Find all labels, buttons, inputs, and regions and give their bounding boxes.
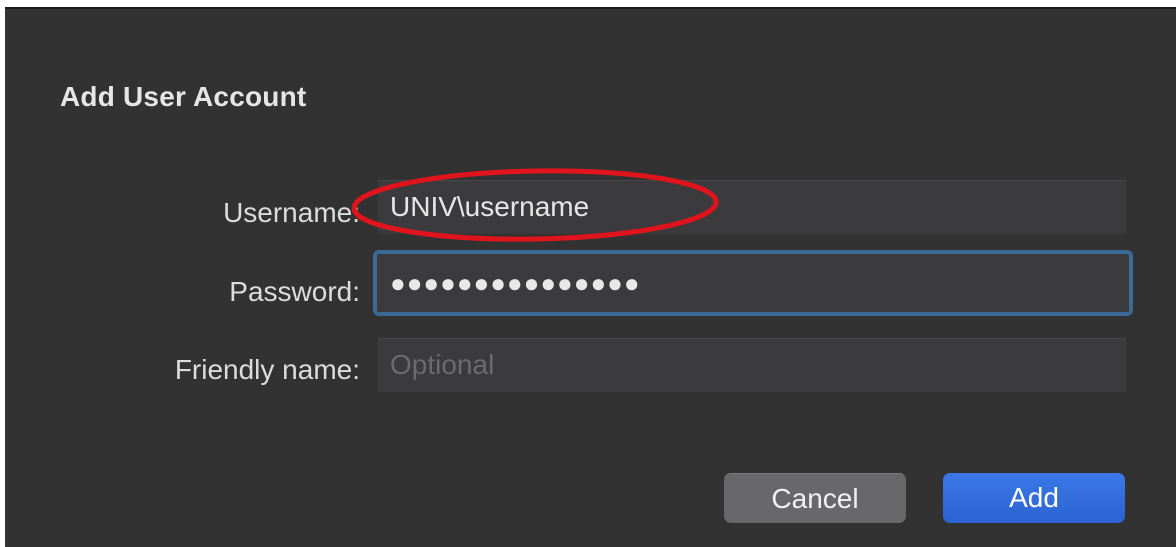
- password-field[interactable]: ●●●●●●●●●●●●●●●: [373, 250, 1133, 316]
- username-field[interactable]: UNIV\username: [378, 180, 1126, 234]
- password-value: ●●●●●●●●●●●●●●●: [390, 268, 641, 298]
- add-user-account-dialog: Add User Account Username: UNIV\username…: [5, 7, 1176, 547]
- cancel-button[interactable]: Cancel: [724, 473, 906, 523]
- friendly-name-field[interactable]: Optional: [378, 338, 1126, 392]
- friendly-name-placeholder: Optional: [390, 349, 495, 380]
- add-button[interactable]: Add: [943, 473, 1125, 523]
- friendly-name-label: Friendly name:: [174, 354, 360, 385]
- username-value: UNIV\username: [390, 191, 590, 222]
- username-label: Username:: [223, 197, 360, 228]
- dialog-title: Add User Account: [60, 81, 307, 112]
- password-label: Password:: [229, 276, 360, 307]
